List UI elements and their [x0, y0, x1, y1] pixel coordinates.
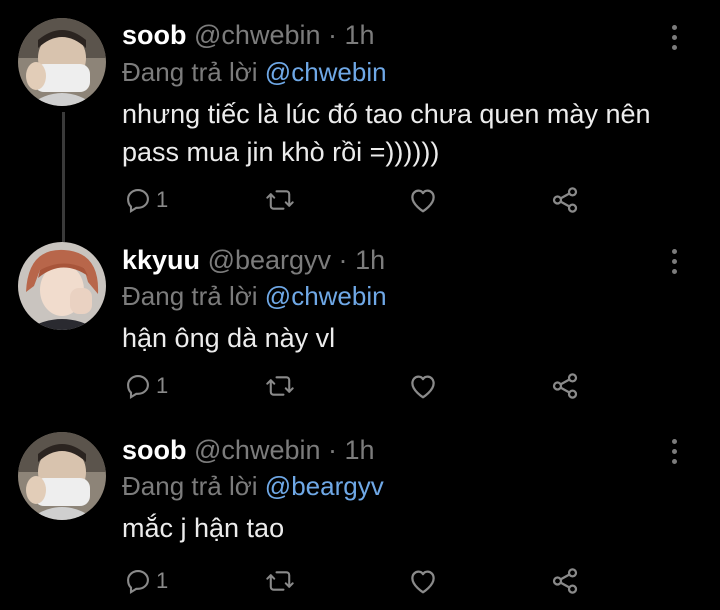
replying-to-handle[interactable]: @beargyv: [265, 471, 384, 501]
timestamp[interactable]: 1h: [345, 435, 375, 465]
separator-dot: ·: [338, 245, 348, 275]
reply-button[interactable]: 1: [124, 183, 168, 217]
replying-to-handle[interactable]: @chwebin: [265, 57, 387, 87]
timestamp[interactable]: 1h: [355, 245, 385, 275]
like-icon: [408, 372, 438, 400]
display-name[interactable]: soob: [122, 20, 187, 50]
replying-to-label: Đang trả lời: [122, 471, 258, 501]
share-icon: [550, 566, 580, 596]
tweet-actions: 1: [122, 183, 592, 217]
replying-to: Đang trả lời @chwebin: [122, 281, 387, 312]
thread-connector-line: [62, 112, 65, 242]
reply-button[interactable]: 1: [124, 369, 168, 403]
replying-to: Đang trả lời @beargyv: [122, 471, 384, 502]
tweet-text: hận ông dà này vl: [122, 323, 336, 353]
separator-dot: ·: [328, 20, 338, 50]
reply-button[interactable]: 1: [124, 564, 168, 598]
reply-icon: [124, 372, 152, 400]
user-handle[interactable]: @beargyv: [208, 245, 331, 275]
more-options-icon[interactable]: [664, 22, 684, 52]
reply-icon: [124, 567, 152, 595]
replying-to-label: Đang trả lời: [122, 281, 258, 311]
retweet-button[interactable]: [265, 183, 295, 217]
tweet-text: mắc j hận tao: [122, 513, 285, 543]
reply-count: 1: [156, 187, 169, 212]
like-button[interactable]: [408, 369, 438, 403]
tweet-actions: 1: [122, 564, 592, 598]
share-icon: [550, 185, 580, 215]
retweet-button[interactable]: [265, 369, 295, 403]
tweet-text: nhưng tiếc là lúc đó tao chưa quen mày n…: [122, 99, 651, 167]
tweet-header: soob @chwebin · 1h: [122, 20, 375, 50]
like-button[interactable]: [408, 564, 438, 598]
avatar[interactable]: [18, 242, 106, 330]
replying-to: Đang trả lời @chwebin: [122, 57, 387, 88]
like-icon: [408, 567, 438, 595]
retweet-button[interactable]: [265, 564, 295, 598]
retweet-icon: [265, 567, 295, 595]
share-button[interactable]: [550, 564, 580, 598]
tweet-header: soob @chwebin · 1h: [122, 435, 375, 465]
like-icon: [408, 186, 438, 214]
display-name[interactable]: soob: [122, 435, 187, 465]
share-button[interactable]: [550, 369, 580, 403]
timestamp[interactable]: 1h: [345, 20, 375, 50]
user-handle[interactable]: @chwebin: [194, 435, 320, 465]
display-name[interactable]: kkyuu: [122, 245, 200, 275]
reply-count: 1: [156, 373, 169, 398]
avatar[interactable]: [18, 18, 106, 106]
avatar[interactable]: [18, 432, 106, 520]
tweet-header: kkyuu @beargyv · 1h: [122, 245, 385, 275]
more-options-icon[interactable]: [664, 436, 684, 466]
retweet-icon: [265, 372, 295, 400]
replying-to-handle[interactable]: @chwebin: [265, 281, 387, 311]
share-button[interactable]: [550, 183, 580, 217]
reply-count: 1: [156, 568, 169, 593]
separator-dot: ·: [328, 435, 338, 465]
reply-icon: [124, 186, 152, 214]
retweet-icon: [265, 186, 295, 214]
more-options-icon[interactable]: [664, 246, 684, 276]
share-icon: [550, 371, 580, 401]
replying-to-label: Đang trả lời: [122, 57, 258, 87]
user-handle[interactable]: @chwebin: [194, 20, 320, 50]
tweet-actions: 1: [122, 369, 592, 403]
like-button[interactable]: [408, 183, 438, 217]
